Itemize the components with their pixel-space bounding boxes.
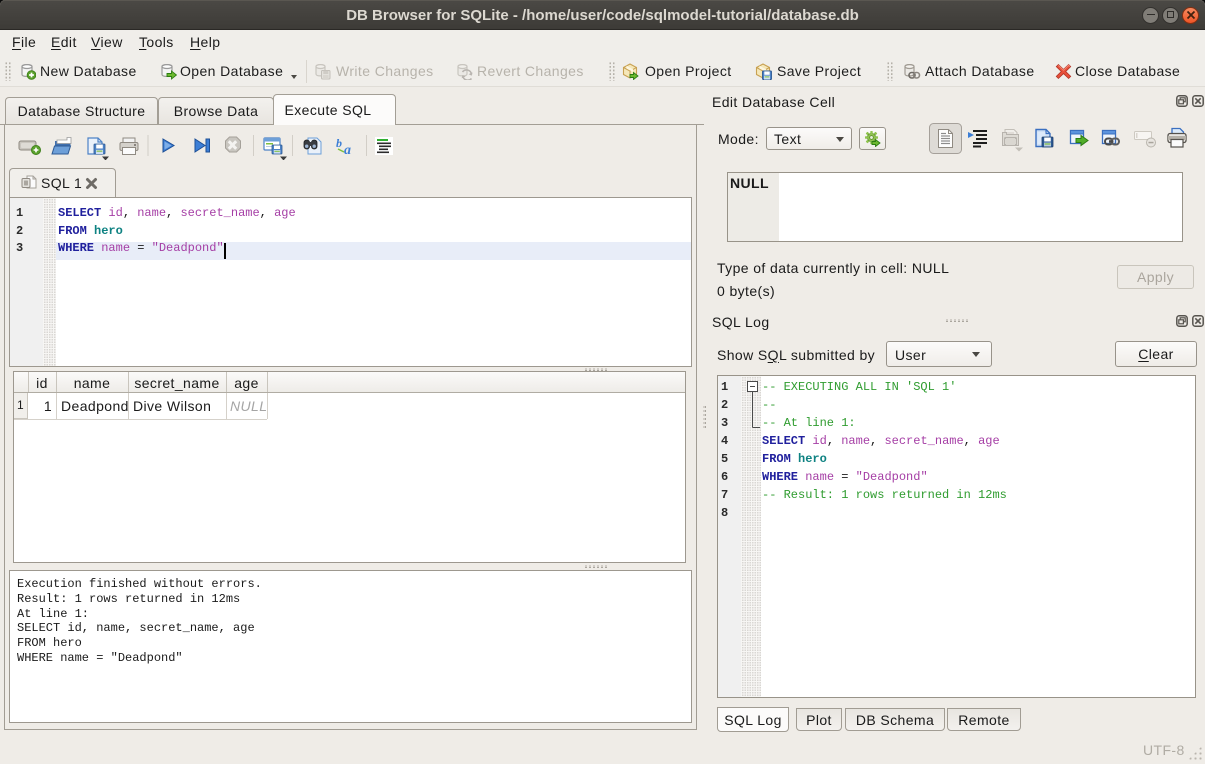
- svg-text:a: a: [344, 143, 351, 158]
- svg-text:b: b: [336, 136, 342, 150]
